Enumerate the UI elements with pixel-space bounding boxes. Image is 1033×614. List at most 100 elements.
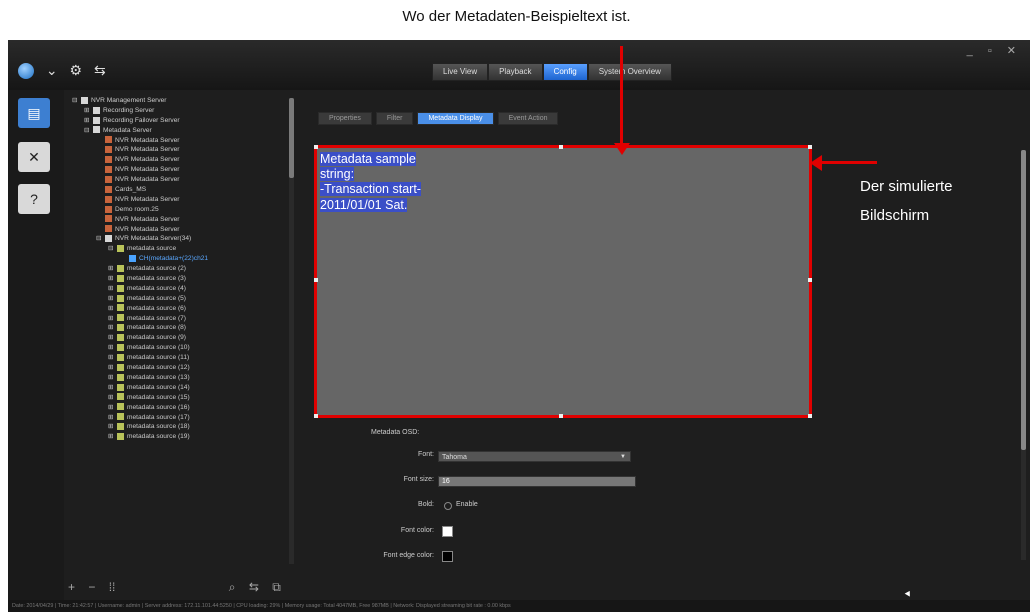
font-size-input[interactable]: 16 [438, 476, 636, 487]
tree-item[interactable]: NVR Metadata Server [66, 195, 290, 205]
font-select[interactable]: Tahoma ▼ [438, 451, 631, 462]
tab-live-view[interactable]: Live View [432, 63, 489, 81]
tab-system-overview[interactable]: System Overview [587, 63, 672, 81]
resize-handle[interactable] [808, 145, 812, 149]
resize-handle[interactable] [314, 278, 318, 282]
tree-item[interactable]: ⊞ metadata source (13) [66, 373, 290, 383]
tools-icon[interactable]: ✕ [18, 142, 50, 172]
tree-item[interactable]: NVR Metadata Server [66, 155, 290, 165]
tree-item[interactable]: ⊞ metadata source (3) [66, 274, 290, 284]
tree-item[interactable]: ⊞ metadata source (5) [66, 294, 290, 304]
expand-toggle-icon[interactable]: ⊞ [108, 294, 117, 304]
expand-toggle-icon[interactable]: ⊞ [108, 323, 117, 333]
remove-icon[interactable]: − [88, 580, 95, 594]
tree-item[interactable]: ⊞ metadata source (7) [66, 314, 290, 324]
tree-item[interactable]: NVR Metadata Server [66, 145, 290, 155]
copy-icon[interactable]: ⧉ [272, 580, 281, 594]
expand-toggle-icon[interactable]: ⊞ [108, 403, 117, 413]
tab-playback[interactable]: Playback [488, 63, 543, 81]
tree-item[interactable]: ⊞ metadata source (14) [66, 383, 290, 393]
expand-toggle-icon[interactable]: ⊟ [96, 234, 105, 244]
tree-item[interactable]: ⊞ Recording Server [66, 106, 290, 116]
tree-item[interactable]: ⊟ metadata source [66, 244, 290, 254]
expand-toggle-icon[interactable]: ⊞ [108, 373, 117, 383]
expand-toggle-icon[interactable]: ⊞ [84, 106, 93, 116]
tree-item[interactable]: ⊞ metadata source (19) [66, 432, 290, 442]
expand-toggle-icon[interactable]: ⊞ [108, 333, 117, 343]
tab-config[interactable]: Config [542, 63, 588, 81]
right-scroll-thumb[interactable] [1021, 150, 1026, 450]
expand-toggle-icon[interactable]: ⊞ [108, 422, 117, 432]
tree-item[interactable]: ⊟ NVR Metadata Server(34) [66, 234, 290, 244]
tree-item[interactable]: ⊟ NVR Management Server [66, 96, 290, 106]
tree-item[interactable]: ⊞ metadata source (17) [66, 413, 290, 423]
tree-item[interactable]: ⊞ metadata source (8) [66, 323, 290, 333]
resize-handle[interactable] [314, 414, 318, 418]
expand-toggle-icon[interactable]: ⊞ [108, 432, 117, 442]
tree-item[interactable]: ⊞ metadata source (9) [66, 333, 290, 343]
font-color-label: Font color: [400, 527, 434, 534]
tree-item[interactable]: NVR Metadata Server [66, 136, 290, 146]
expand-toggle-icon[interactable]: ⊞ [108, 343, 117, 353]
expand-toggle-icon[interactable]: ⊟ [84, 126, 93, 136]
subtab-properties[interactable]: Properties [318, 112, 372, 125]
expand-toggle-icon[interactable]: ⊞ [108, 264, 117, 274]
tree-item[interactable]: ⊞ metadata source (2) [66, 264, 290, 274]
tree-item[interactable]: ⊞ metadata source (11) [66, 353, 290, 363]
subtab-event-action[interactable]: Event Action [497, 112, 559, 125]
refresh-icon[interactable]: ⇆ [94, 62, 106, 79]
tree-item[interactable]: ⊞ metadata source (16) [66, 403, 290, 413]
expand-toggle-icon[interactable]: ⊞ [108, 304, 117, 314]
resize-handle[interactable] [808, 278, 812, 282]
tree-item[interactable]: ⊞ metadata source (18) [66, 422, 290, 432]
expand-toggle-icon[interactable]: ⊞ [108, 274, 117, 284]
tree-item[interactable]: ⊞ metadata source (4) [66, 284, 290, 294]
tree-item[interactable]: Demo room.25 [66, 205, 290, 215]
bold-checkbox[interactable] [444, 502, 452, 510]
globe-icon[interactable] [18, 63, 34, 80]
refresh-tree-icon[interactable]: ⇆ [249, 580, 259, 594]
resize-handle[interactable] [559, 414, 563, 418]
tree-item[interactable]: NVR Metadata Server [66, 165, 290, 175]
right-scrollbar[interactable] [1021, 150, 1026, 560]
tree-item[interactable]: CH(metadata+(22)ch21 [66, 254, 290, 264]
expand-toggle-icon[interactable]: ⊞ [108, 353, 117, 363]
search-icon[interactable]: ⌕ [229, 580, 236, 594]
expand-toggle-icon[interactable]: ⊞ [108, 383, 117, 393]
expand-toggle-icon[interactable]: ⊞ [108, 413, 117, 423]
tree-item[interactable]: ⊞ metadata source (10) [66, 343, 290, 353]
edge-color-swatch[interactable] [442, 551, 453, 562]
tree-item[interactable]: Cards_MS [66, 185, 290, 195]
server-icon[interactable]: ▤ [18, 98, 50, 128]
resize-handle[interactable] [559, 145, 563, 149]
expand-toggle-icon[interactable]: ⊞ [108, 363, 117, 373]
expand-toggle-icon[interactable]: ⊟ [72, 96, 81, 106]
add-icon[interactable]: + [68, 580, 75, 594]
resize-handle[interactable] [808, 414, 812, 418]
expand-toggle-icon[interactable]: ⊞ [108, 284, 117, 294]
tree-item-label: metadata source (5) [127, 294, 187, 302]
grid-icon[interactable]: ⁞⁞ [109, 580, 116, 594]
subtab-metadata-display[interactable]: Metadata Display [417, 112, 494, 125]
settings-icon[interactable]: ⚙ [70, 62, 83, 79]
tree-item[interactable]: NVR Metadata Server [66, 215, 290, 225]
tree-item[interactable]: ⊞ Recording Failover Server [66, 116, 290, 126]
window-controls[interactable]: _ ▫ ✕ [967, 44, 1022, 57]
resize-handle[interactable] [314, 145, 318, 149]
subtab-filter[interactable]: Filter [375, 112, 414, 125]
tree-item[interactable]: ⊟ Metadata Server [66, 126, 290, 136]
tree-item[interactable]: ⊞ metadata source (6) [66, 304, 290, 314]
tree-scroll-thumb[interactable] [289, 98, 294, 178]
expand-toggle-icon[interactable]: ⊟ [108, 244, 117, 254]
expand-toggle-icon[interactable]: ⊞ [108, 314, 117, 324]
tree-item[interactable]: NVR Metadata Server [66, 225, 290, 235]
expand-toggle-icon[interactable]: ⊞ [84, 116, 93, 126]
tree-scrollbar[interactable] [289, 98, 294, 564]
tree-item[interactable]: ⊞ metadata source (12) [66, 363, 290, 373]
help-icon[interactable]: ? [18, 184, 50, 214]
chevron-down-icon[interactable]: ⌄ [46, 62, 58, 79]
expand-toggle-icon[interactable]: ⊞ [108, 393, 117, 403]
tree-item[interactable]: ⊞ metadata source (15) [66, 393, 290, 403]
font-color-swatch[interactable] [442, 526, 453, 537]
tree-item[interactable]: NVR Metadata Server [66, 175, 290, 185]
